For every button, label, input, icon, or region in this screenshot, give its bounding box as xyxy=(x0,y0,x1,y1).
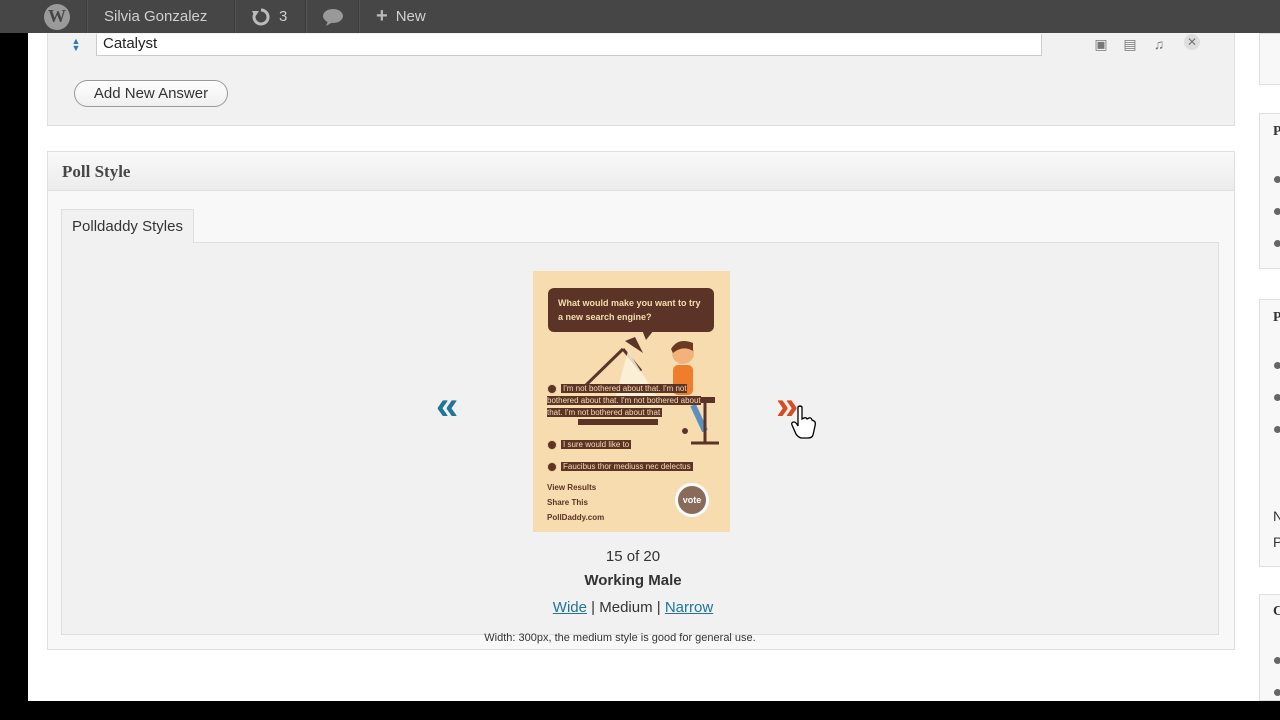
hand-cursor-icon xyxy=(791,405,816,439)
sidebar-box-title: P xyxy=(1273,310,1280,325)
separator xyxy=(234,0,236,33)
preview-polldaddy-link: PollDaddy.com xyxy=(547,513,605,522)
separator: | xyxy=(656,599,661,616)
preview-vote-button: vote xyxy=(675,483,709,517)
answer-media-icons: ▣ ▤ ♫ xyxy=(1092,36,1179,52)
sidebar-box-title: C xyxy=(1273,604,1280,619)
drag-sort-icon[interactable]: ▲ ▼ xyxy=(70,37,82,53)
radio-icon[interactable] xyxy=(1274,426,1280,433)
preview-option-1: I'm not bothered about that. I'm not bot… xyxy=(547,383,701,417)
radio-icon[interactable] xyxy=(1274,657,1280,664)
sidebar-text: P xyxy=(1273,534,1280,550)
comments-link[interactable] xyxy=(322,0,344,33)
size-wide-link[interactable]: Wide xyxy=(553,599,587,616)
answer-input[interactable]: Catalyst xyxy=(96,34,1042,56)
separator xyxy=(86,0,88,33)
sidebar-box-title: P xyxy=(1273,124,1280,139)
preview-view-results: View Results xyxy=(547,483,597,492)
radio-icon[interactable] xyxy=(1274,176,1280,183)
preview-question: What would make you want to try a new se… xyxy=(548,288,714,340)
separator xyxy=(305,0,307,33)
previous-style-arrow-icon[interactable]: « xyxy=(436,386,458,426)
preview-option-2: I sure would like to xyxy=(547,439,632,451)
radio-icon[interactable] xyxy=(1274,394,1280,401)
style-name: Working Male xyxy=(584,572,682,589)
user-name-link[interactable]: Silvia Gonzalez xyxy=(104,0,207,33)
comment-bubble-icon xyxy=(323,8,343,26)
video-icon[interactable]: ▤ xyxy=(1121,36,1139,52)
new-label: New xyxy=(395,8,426,25)
bottom-edge xyxy=(0,701,1280,720)
style-counter: 15 of 20 xyxy=(605,548,661,565)
style-description: Width: 300px, the medium style is good f… xyxy=(484,632,756,644)
add-new-answer-button[interactable]: Add New Answer xyxy=(74,80,228,107)
image-icon[interactable]: ▣ xyxy=(1092,36,1110,52)
size-medium-label: Medium xyxy=(599,599,653,616)
preview-links: View Results Share This PollDaddy.com xyxy=(547,480,604,525)
sidebar-box xyxy=(1259,299,1280,567)
separator xyxy=(358,0,360,33)
style-size-options: Wide | Medium | Narrow xyxy=(533,599,733,616)
new-content-link[interactable]: + New xyxy=(376,0,426,33)
radio-icon[interactable] xyxy=(1274,362,1280,369)
wordpress-logo-icon[interactable]: W xyxy=(44,0,70,33)
poll-style-header[interactable]: Poll Style xyxy=(48,152,1234,191)
audio-icon[interactable]: ♫ xyxy=(1150,36,1168,52)
sidebar-box xyxy=(1259,33,1280,85)
updates-count: 3 xyxy=(279,8,288,25)
style-preview-image: What would make you want to try a new se… xyxy=(533,271,730,532)
plus-icon: + xyxy=(376,5,388,27)
radio-icon[interactable] xyxy=(1274,208,1280,215)
radio-icon[interactable] xyxy=(1274,689,1280,696)
admin-bar: W Silvia Gonzalez 3 + New xyxy=(0,0,1280,33)
sidebar-text: N xyxy=(1273,508,1280,524)
refresh-icon xyxy=(252,7,270,25)
separator: | xyxy=(591,599,596,616)
preview-share-this: Share This xyxy=(547,498,588,507)
poll-style-title: Poll Style xyxy=(62,162,131,181)
updates-link[interactable]: 3 xyxy=(251,0,287,33)
radio-icon[interactable] xyxy=(1274,240,1280,247)
remove-answer-icon[interactable]: ✕ xyxy=(1184,34,1200,50)
tab-polldaddy-styles[interactable]: Polldaddy Styles xyxy=(61,209,194,243)
size-narrow-link[interactable]: Narrow xyxy=(665,599,713,616)
preview-option-3: Faucibus thor mediuss nec delectus xyxy=(547,461,693,473)
